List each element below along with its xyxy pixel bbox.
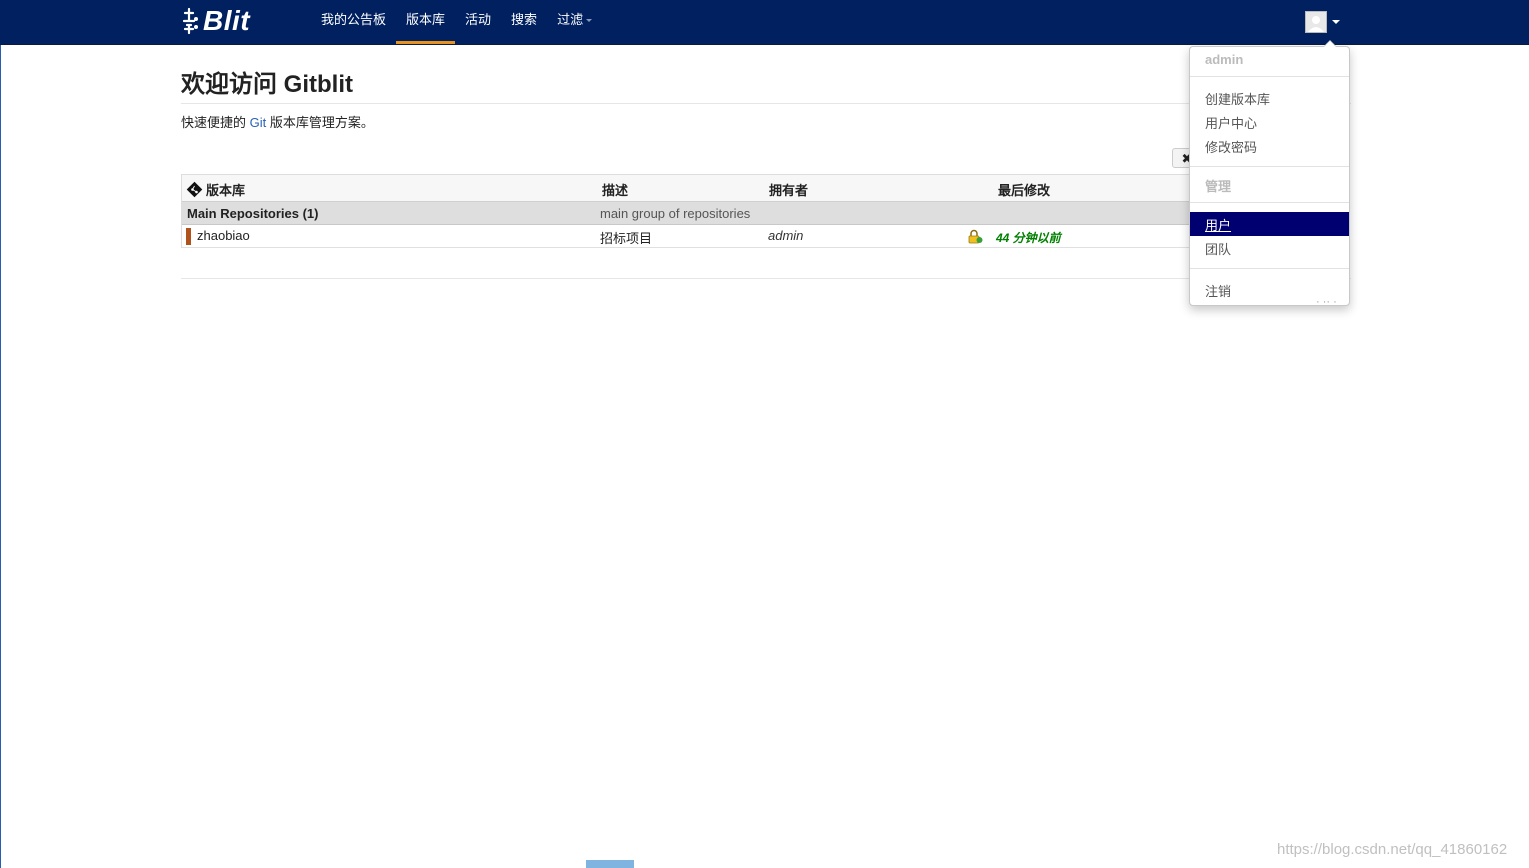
nav-item-search[interactable]: 搜索 (501, 0, 547, 44)
chevron-down-icon (1332, 20, 1340, 24)
nav-item-activity[interactable]: 活动 (455, 0, 501, 44)
nav-item-label: 版本库 (406, 12, 446, 27)
table-row[interactable]: zhaobiao 招标项目 admin 44 分钟以前 (182, 225, 1202, 248)
divider (181, 278, 1351, 279)
group-description: main group of repositories (600, 206, 751, 221)
user-menu-toggle[interactable] (1305, 10, 1340, 34)
nav-item-repositories[interactable]: 版本库 (396, 0, 456, 44)
menu-item-logout[interactable]: 注销 (1205, 281, 1231, 300)
menu-item-user-center[interactable]: 用户中心 (1205, 113, 1257, 132)
menu-item-change-password[interactable]: 修改密码 (1205, 137, 1257, 156)
menu-item-users-label: 用户 (1205, 218, 1232, 233)
dropdown-divider (1190, 76, 1349, 77)
nav-item-dashboard[interactable]: 我的公告板 (311, 0, 396, 44)
user-dropdown-menu: admin 创建版本库 用户中心 修改密码 管理 用户 团队 注销 (1189, 40, 1350, 306)
nav-item-filter[interactable]: 过滤 (547, 0, 602, 44)
chevron-down-icon (586, 19, 593, 23)
subtitle-suffix: 版本库管理方案。 (266, 115, 374, 130)
dropdown-divider (1190, 268, 1349, 269)
repo-description: 招标项目 (600, 231, 653, 246)
top-navbar: Blit 我的公告板 版本库 活动 搜索 过滤 (0, 0, 1529, 45)
page-title: 欢迎访问 Gitblit (181, 71, 353, 98)
menu-item-users[interactable]: 用户 (1190, 212, 1349, 236)
header-last-modified[interactable]: 最后修改 (998, 180, 1050, 199)
gitblit-logo[interactable]: Blit (181, 4, 250, 38)
header-owner[interactable]: 拥有者 (769, 180, 808, 199)
dropdown-admin-header: 管理 (1205, 179, 1232, 194)
nav-item-label: 我的公告板 (321, 12, 387, 27)
watermark-text: https://blog.csdn.net/qq_41860162 (1277, 841, 1508, 858)
nav-item-label: 搜索 (511, 12, 538, 27)
repo-name-link[interactable]: zhaobiao (197, 228, 250, 243)
bottom-scroll-indicator (586, 860, 634, 868)
git-link[interactable]: Git (250, 115, 267, 130)
subtitle-prefix: 快速便捷的 (181, 115, 250, 130)
repositories-table: 版本库 描述 拥有者 最后修改 Main Repositories (1) ma… (181, 174, 1203, 248)
group-name: Main Repositories (1) (187, 206, 319, 221)
nav-item-label: 活动 (465, 12, 492, 27)
repo-last-modified: 44 分钟以前 (996, 231, 1061, 245)
dropdown-divider (1190, 166, 1349, 167)
header-description[interactable]: 描述 (602, 180, 628, 199)
user-silhouette-icon (1308, 16, 1324, 32)
logo-text: Blit (203, 5, 251, 36)
main-nav: 我的公告板 版本库 活动 搜索 过滤 (311, 0, 602, 44)
header-repository[interactable]: 版本库 (206, 180, 245, 199)
dropdown-divider (1190, 202, 1349, 203)
menu-item-create-repository[interactable]: 创建版本库 (1205, 89, 1270, 108)
gitblit-logo-icon (182, 7, 198, 35)
repo-color-bar (186, 228, 191, 245)
repository-group-row: Main Repositories (1) main group of repo… (182, 202, 1202, 225)
dropdown-username: admin (1205, 52, 1244, 67)
git-icon (186, 181, 203, 198)
repo-owner[interactable]: admin (768, 228, 803, 243)
obscured-text: · ·· · (1316, 296, 1337, 308)
lock-icon (968, 229, 983, 244)
table-header: 版本库 描述 拥有者 最后修改 (182, 175, 1202, 202)
divider (181, 103, 1351, 104)
menu-item-teams[interactable]: 团队 (1205, 239, 1231, 258)
page-subtitle: 快速便捷的 Git 版本库管理方案。 (181, 112, 374, 131)
nav-item-label: 过滤 (557, 12, 584, 27)
avatar (1305, 11, 1327, 33)
